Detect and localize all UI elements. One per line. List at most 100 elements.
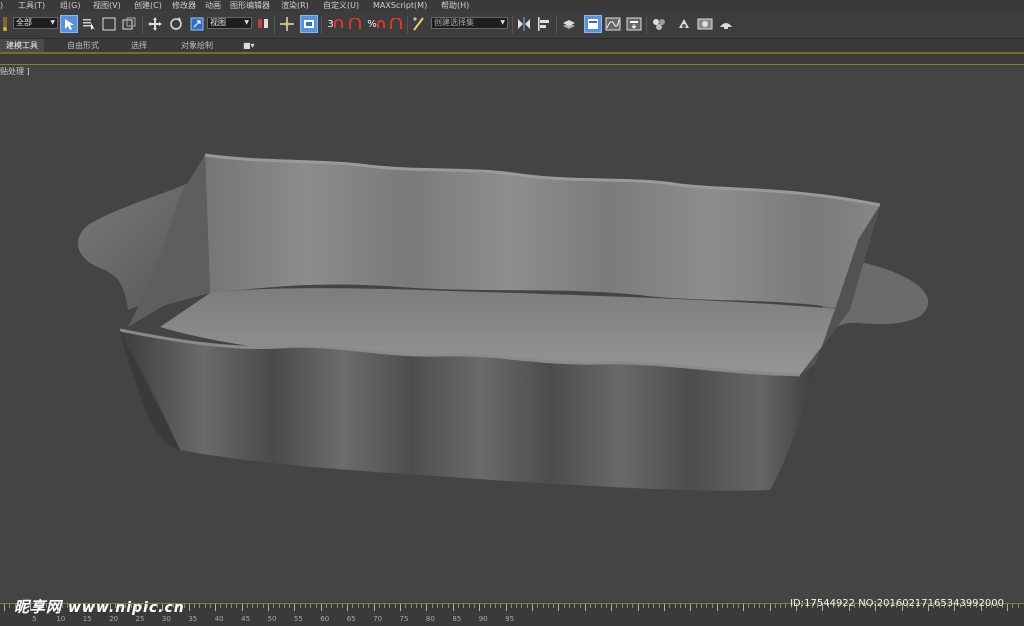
ruler-tick [516,604,518,608]
ruler-tick [336,604,338,608]
ruler-tick [547,604,549,608]
ruler-tick [479,604,481,611]
menu-modifiers[interactable]: 修改器 [172,0,196,11]
ruler-tick [690,604,692,611]
ruler-tick [785,604,787,608]
tab-freeform[interactable]: 自由形式 [67,39,99,52]
spinner-snap-icon[interactable] [387,15,405,33]
ruler-tick [595,604,597,608]
ruler-tick [1017,604,1019,608]
material-editor-icon[interactable] [650,15,668,33]
menu-help[interactable]: 帮助(H) [441,0,469,11]
ruler-tick [642,604,644,608]
menu-group[interactable]: 组(G) [60,0,80,11]
ruler-tick [278,604,280,608]
rectangular-selection-icon[interactable] [100,15,118,33]
render-production-icon[interactable] [717,15,735,33]
toolbar-grip-icon[interactable] [0,15,10,33]
menu-tools[interactable]: 工具(T) [18,0,45,11]
ruler-tick [468,604,470,608]
ruler-tick [500,604,502,608]
named-selection-dropdown[interactable]: 创建选择集 ▼ [431,17,508,29]
menu-rendering[interactable]: 渲染(R) [281,0,309,11]
menu-animation[interactable]: 动画 [205,0,221,11]
menu-prefix: ) [0,1,4,10]
ruler-tick [9,604,11,608]
ruler-tick [442,604,444,608]
ruler-tick [447,604,449,608]
menu-create[interactable]: 创建(C) [134,0,162,11]
tab-modeling-tools[interactable]: 建模工具 [0,39,44,52]
chevron-down-icon: ▼ [500,19,505,26]
angle-snap-icon[interactable] [346,15,364,33]
scale-icon[interactable] [188,15,206,33]
ruler-tick [510,604,512,608]
percent-snap-icon[interactable]: % [366,15,386,33]
ruler-tick [653,604,655,608]
perspective-viewport[interactable] [0,65,1024,603]
ruler-tick [273,604,275,608]
menu-graph-editors[interactable]: 图形编辑器 [230,0,270,11]
ruler-tick [568,604,570,608]
layer-manager-icon[interactable] [560,15,578,33]
tab-selection[interactable]: 选择 [131,39,147,52]
ruler-tick [737,604,739,608]
ruler-label: 85 [452,615,462,623]
ruler-tick [415,604,417,608]
curve-editor-icon[interactable] [604,15,622,33]
ruler-label: 90 [478,615,488,623]
ruler-tick [637,604,639,611]
render-setup-icon[interactable] [675,15,693,33]
rendered-frame-window-icon[interactable] [696,15,714,33]
ruler-tick [204,604,206,608]
ruler-tick [4,604,5,611]
reference-coord-dropdown[interactable]: 视图 ▼ [207,17,252,29]
ruler-tick [378,604,380,608]
ruler-tick [231,604,233,608]
rotate-icon[interactable] [167,15,185,33]
schematic-view-icon[interactable] [625,15,643,33]
ruler-tick [664,604,665,611]
pivot-center-icon[interactable] [255,15,273,33]
window-crossing-icon[interactable] [120,15,138,33]
scene-explorer-icon[interactable] [584,15,602,33]
ruler-tick [722,604,724,608]
ruler-tick [764,604,766,608]
ruler-tick [759,604,761,608]
selection-filter-dropdown[interactable]: 全部 ▼ [13,17,58,29]
ruler-tick [621,604,623,608]
menu-views[interactable]: 视图(V) [93,0,121,11]
tab-object-paint[interactable]: 对象绘制 [181,39,213,52]
ruler-tick [331,604,333,608]
select-by-name-icon[interactable] [80,15,98,33]
ruler-tick [452,604,454,611]
ruler-tick [732,604,734,608]
align-icon[interactable] [535,15,553,33]
ribbon-options-icon[interactable]: ■▾ [243,39,255,52]
edit-named-selection-icon[interactable] [410,15,428,33]
keyboard-shortcut-override-icon[interactable] [300,15,318,33]
ruler-label: 80 [425,615,435,623]
snap-toggle-icon[interactable]: 3 [325,15,345,33]
viewport-label[interactable]: 贴处理 ] [0,67,30,77]
menu-customize[interactable]: 自定义(U) [323,0,359,11]
ruler-tick [315,604,317,608]
mirror-icon[interactable] [515,15,533,33]
ruler-tick [1012,604,1014,608]
ruler-tick [188,604,190,611]
selection-filter-value: 全部 [16,18,32,27]
ruler-tick [347,604,349,611]
ruler-tick [458,604,460,608]
ruler-tick [669,604,671,608]
menu-maxscript[interactable]: MAXScript(M) [373,0,427,11]
ruler-tick [590,604,592,608]
ruler-tick [537,604,539,608]
ruler-tick [384,604,386,608]
ruler-tick [299,604,301,608]
move-icon[interactable] [146,15,164,33]
ruler-tick [405,604,407,608]
ruler-label: 55 [293,615,303,623]
select-object-icon[interactable] [60,15,78,33]
select-manipulate-icon[interactable] [278,15,296,33]
ruler-tick [616,604,618,608]
